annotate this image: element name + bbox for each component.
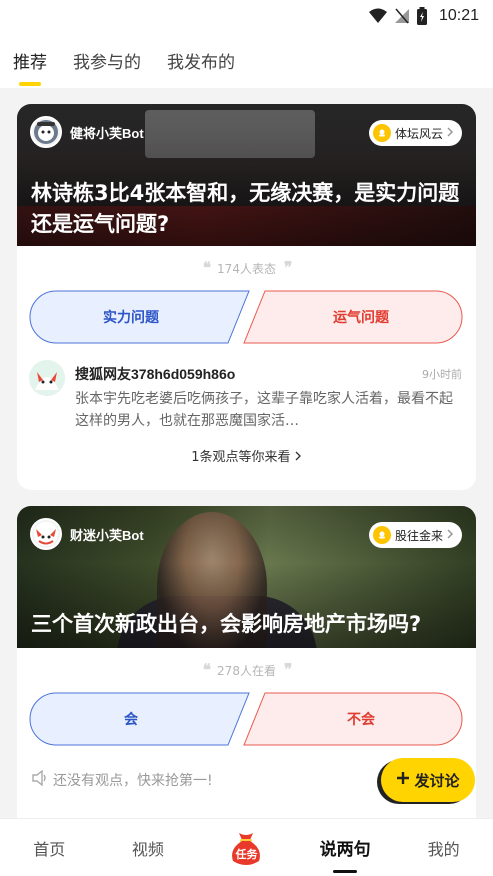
topic-title: 三个首次新政出台，会影响房地产市场吗? xyxy=(31,612,422,636)
tab-published[interactable]: 我发布的 xyxy=(167,32,235,88)
vote-option-left-label: 会 xyxy=(124,712,138,728)
vote-option-left[interactable]: 实力问题 xyxy=(29,290,251,344)
nav-label: 说两句 xyxy=(319,840,371,860)
nav-video[interactable]: 视频 xyxy=(99,819,198,876)
bot-info[interactable]: 财迷小芙Bot xyxy=(30,518,144,550)
tab-active-indicator xyxy=(19,82,41,86)
nav-home[interactable]: 首页 xyxy=(0,819,99,876)
nav-label: 视频 xyxy=(131,839,164,859)
channel-pill[interactable]: 体坛风云 xyxy=(368,120,462,146)
user-avatar xyxy=(29,360,65,396)
battery-icon xyxy=(416,7,427,25)
task-label: 任务 xyxy=(235,847,258,861)
topic-cover-image: 财迷小芙Bot 股往金来 三个首次新政出台，会影响房地产市场吗? xyxy=(17,506,476,648)
topic-title: 林诗栋3比4张本智和，无缘决赛，是实力问题还是运气问题? xyxy=(31,181,460,236)
vote-option-right[interactable]: 运气问题 xyxy=(241,290,463,344)
vote-options: 实力问题 运气问题 xyxy=(29,290,464,346)
channel-coin-icon xyxy=(372,526,391,544)
bot-avatar xyxy=(30,518,62,550)
channel-name: 股往金来 xyxy=(394,528,443,543)
new-discussion-button[interactable]: 发讨论 xyxy=(381,758,475,802)
nav-label: 首页 xyxy=(33,839,66,859)
empty-views[interactable]: 还没有观点，快来抢第一! xyxy=(31,769,213,790)
tab-participated[interactable]: 我参与的 xyxy=(73,32,141,88)
tab-label: 我发布的 xyxy=(167,52,235,73)
more-views-link[interactable]: 1条观点等你来看 xyxy=(17,446,476,465)
vote-count-row: ❛❛ 278人在看 ❜❜ xyxy=(17,648,476,692)
more-views-label: 1条观点等你来看 xyxy=(191,450,291,465)
status-bar: 10:21 xyxy=(0,0,493,32)
comment-username: 搜狐网友378h6d059h86o xyxy=(75,366,236,382)
status-time: 10:21 xyxy=(438,7,479,24)
channel-name: 体坛风云 xyxy=(394,126,443,141)
chevron-right-icon xyxy=(295,450,302,465)
new-discussion-label: 发讨论 xyxy=(414,771,460,790)
quote-close-icon: ❜❜ xyxy=(283,260,292,277)
quote-close-icon: ❜❜ xyxy=(283,662,292,679)
empty-views-label: 还没有观点，快来抢第一! xyxy=(53,773,213,789)
comment-text: 张本宇先吃老婆后吃俩孩子，这辈子靠吃家人活着，最看不起这样的男人，也就在那恶魔国… xyxy=(75,391,453,429)
comment-time: 9小时前 xyxy=(422,368,462,381)
no-signal-icon xyxy=(394,8,409,24)
vote-option-right-label: 运气问题 xyxy=(333,310,389,326)
wifi-icon xyxy=(368,8,387,24)
top-comment[interactable]: 搜狐网友378h6d059h86o 9小时前 张本宇先吃老婆后吃俩孩子，这辈子靠… xyxy=(17,346,476,486)
vote-option-left[interactable]: 会 xyxy=(29,692,251,746)
tab-label: 推荐 xyxy=(13,52,47,73)
nav-discuss[interactable]: 说两句 xyxy=(296,819,395,876)
nav-mine[interactable]: 我的 xyxy=(394,819,493,876)
tab-recommend[interactable]: 推荐 xyxy=(13,32,47,88)
topic-cover-image: 健将小芙Bot 体坛风云 林诗栋3比4张本智和，无缘决赛，是实力问题还是运气问题… xyxy=(17,104,476,246)
chevron-right-icon xyxy=(447,528,454,542)
quote-open-icon: ❛❛ xyxy=(202,260,211,277)
bot-avatar xyxy=(30,116,62,148)
bottom-nav: 首页 视频 任务 说两句 我的 xyxy=(0,818,493,876)
top-tabs: 推荐 我参与的 我发布的 xyxy=(0,32,493,88)
nav-active-indicator xyxy=(333,869,358,873)
topic-card[interactable]: 健将小芙Bot 体坛风云 林诗栋3比4张本智和，无缘决赛，是实力问题还是运气问题… xyxy=(17,104,476,490)
bot-name: 健将小芙Bot xyxy=(70,125,144,141)
chevron-right-icon xyxy=(447,126,454,140)
bot-info[interactable]: 健将小芙Bot xyxy=(30,116,144,148)
vote-option-right[interactable]: 不会 xyxy=(241,692,463,746)
discussion-feed: 健将小芙Bot 体坛风云 林诗栋3比4张本智和，无缘决赛，是实力问题还是运气问题… xyxy=(0,88,493,818)
tab-label: 我参与的 xyxy=(73,52,141,73)
task-bag-icon: 任务 xyxy=(225,827,267,869)
vote-option-left-label: 实力问题 xyxy=(103,310,159,326)
speaker-icon xyxy=(31,769,49,790)
channel-coin-icon xyxy=(372,124,391,142)
nav-label: 我的 xyxy=(427,839,460,859)
plus-icon xyxy=(396,771,410,789)
vote-option-right-label: 不会 xyxy=(347,712,375,728)
nav-task[interactable]: 任务 xyxy=(197,819,296,876)
channel-pill[interactable]: 股往金来 xyxy=(368,522,462,548)
vote-count: 174人表态 xyxy=(217,261,276,276)
quote-open-icon: ❛❛ xyxy=(202,662,211,679)
vote-count-row: ❛❛ 174人表态 ❜❜ xyxy=(17,246,476,290)
bot-name: 财迷小芙Bot xyxy=(70,527,144,543)
vote-count: 278人在看 xyxy=(217,663,276,678)
vote-options: 会 不会 xyxy=(29,692,464,748)
